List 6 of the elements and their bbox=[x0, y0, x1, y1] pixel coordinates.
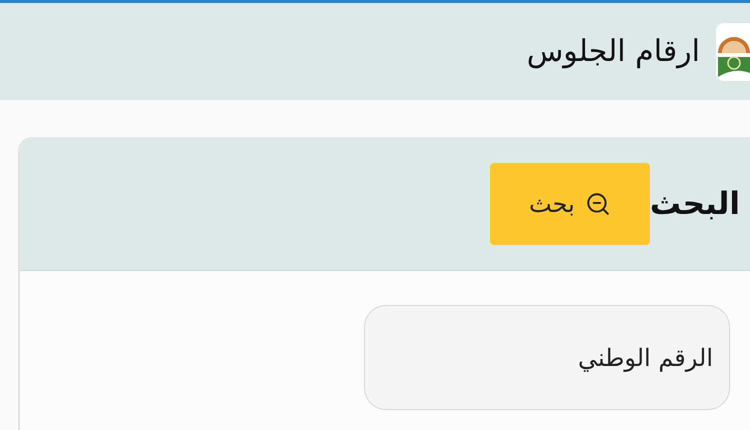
search-button[interactable]: بحث bbox=[490, 163, 650, 245]
page-title: ارقام الجلوس bbox=[526, 34, 700, 69]
logo-icon bbox=[716, 22, 750, 80]
zoom-out-icon bbox=[584, 191, 611, 217]
card-title: البحث bbox=[650, 186, 740, 222]
national-number-field[interactable]: الرقم الوطني bbox=[364, 305, 730, 410]
